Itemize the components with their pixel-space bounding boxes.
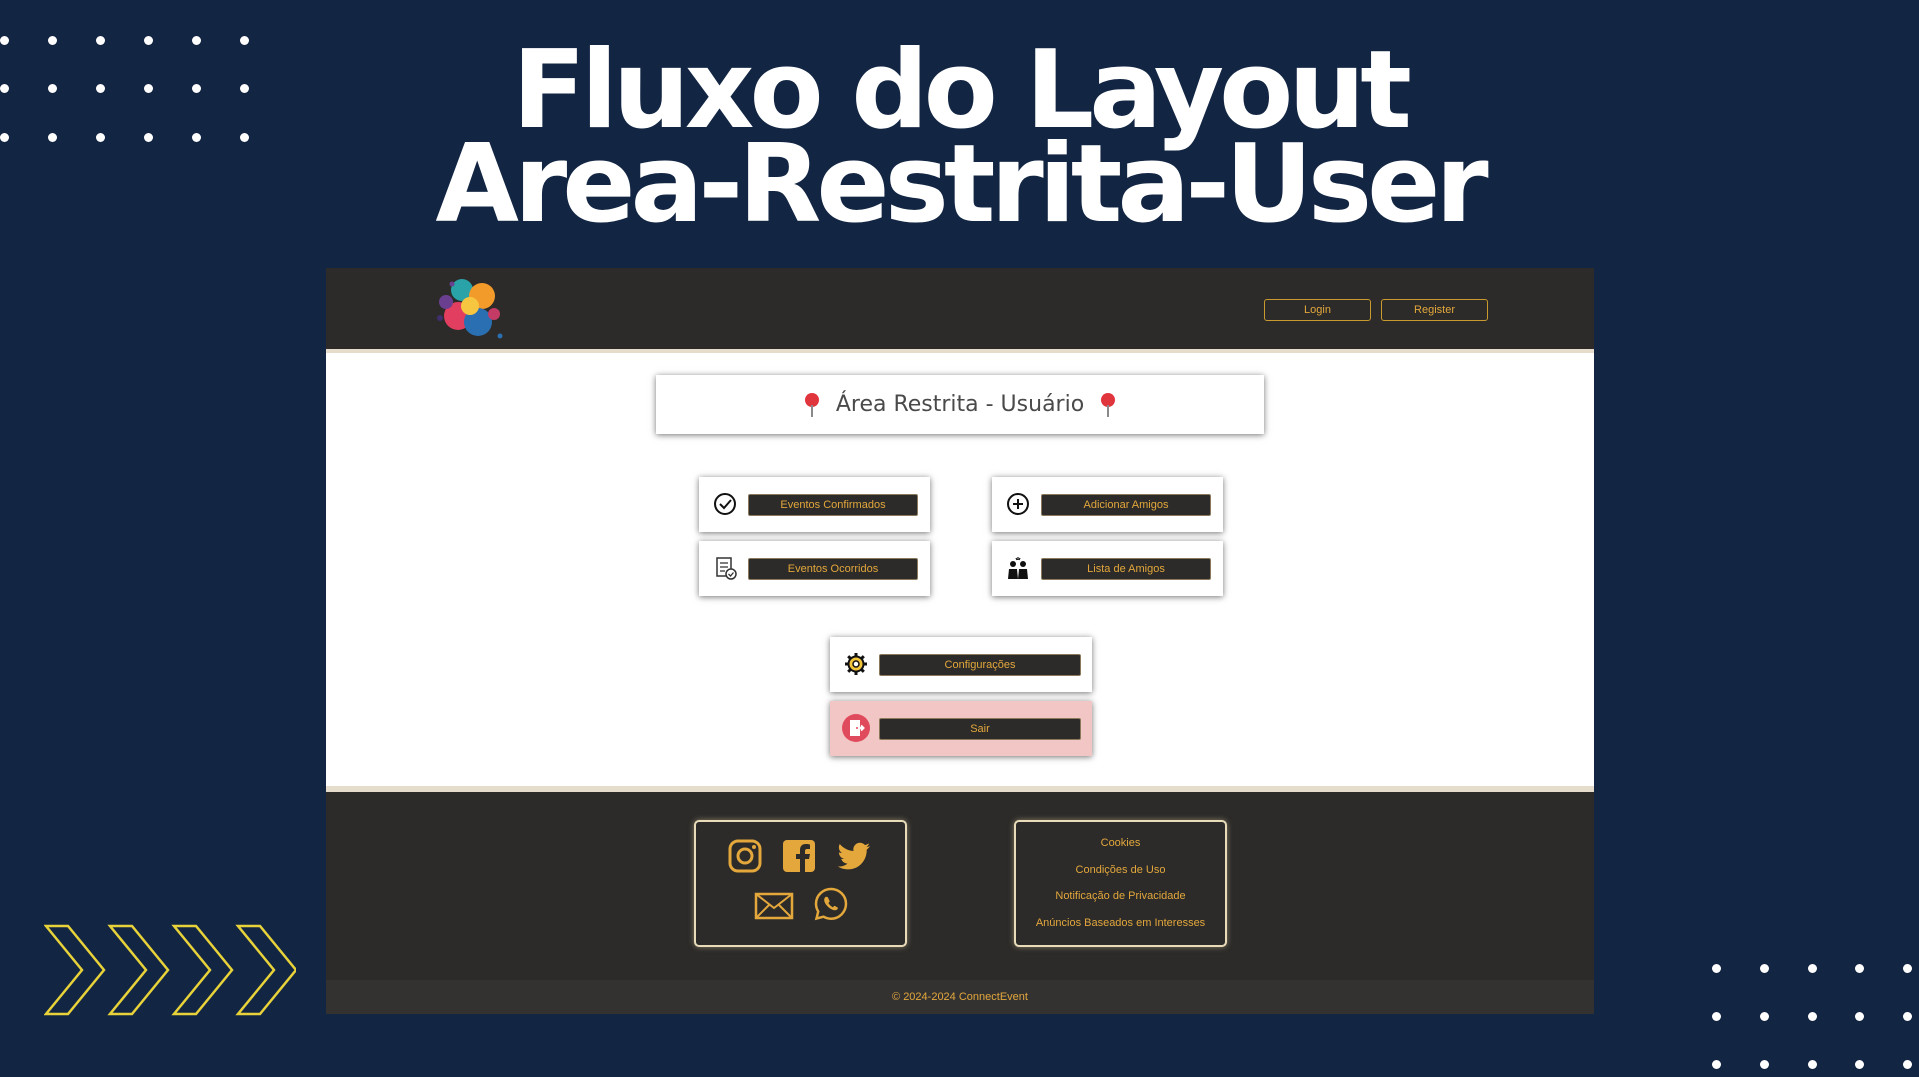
gear-icon	[845, 653, 867, 675]
card-sair: Sair	[830, 701, 1092, 756]
eventos-ocorridos-button[interactable]: Eventos Ocorridos	[748, 558, 918, 580]
card-adicionar-amigos: Adicionar Amigos	[992, 477, 1223, 532]
whatsapp-icon[interactable]	[813, 886, 849, 922]
card-lista-de-amigos: Lista de Amigos	[992, 541, 1223, 596]
lista-de-amigos-button[interactable]: Lista de Amigos	[1041, 558, 1211, 580]
chevrons-decoration	[44, 924, 296, 1016]
connectevent-logo[interactable]	[432, 276, 510, 346]
restricted-area-content: Área Restrita - Usuário Eventos Confirma…	[326, 353, 1594, 786]
footer-link-privacidade[interactable]: Notificação de Privacidade	[1016, 883, 1225, 910]
dot-grid-bottom-right	[1712, 964, 1919, 1074]
check-circle-icon	[714, 493, 736, 515]
eventos-confirmados-button[interactable]: Eventos Confirmados	[748, 494, 918, 516]
twitter-icon[interactable]	[836, 838, 872, 874]
layout-mockup: Login Register Área Restrita - Usuário E…	[326, 268, 1594, 1014]
site-footer: Cookies Condições de Uso Notificação de …	[326, 786, 1594, 1014]
card-configuracoes: Configurações	[830, 637, 1092, 692]
site-header: Login Register	[326, 268, 1594, 353]
email-icon[interactable]	[754, 888, 794, 924]
footer-links-box: Cookies Condições de Uso Notificação de …	[1014, 820, 1227, 947]
slide-title-line-2: Area-Restrita-User	[435, 122, 1488, 247]
configuracoes-button[interactable]: Configurações	[879, 654, 1081, 676]
friends-icon	[1008, 557, 1028, 579]
card-eventos-ocorridos: Eventos Ocorridos	[699, 541, 930, 596]
instagram-icon[interactable]	[727, 838, 763, 874]
footer-divider	[326, 786, 1594, 792]
login-button[interactable]: Login	[1264, 299, 1371, 321]
footer-link-condicoes-de-uso[interactable]: Condições de Uso	[1016, 857, 1225, 884]
page-title-card: Área Restrita - Usuário	[656, 375, 1264, 434]
exit-door-icon	[842, 714, 870, 742]
copyright: © 2024-2024 ConnectEvent	[326, 980, 1594, 1014]
document-check-icon	[716, 557, 737, 580]
social-links-box	[694, 820, 907, 947]
footer-link-anuncios[interactable]: Anúncios Baseados em Interesses	[1016, 910, 1225, 937]
card-eventos-confirmados: Eventos Confirmados	[699, 477, 930, 532]
slide-title: Fluxo do Layout Area-Restrita-User	[0, 37, 1919, 247]
map-pin-icon	[1101, 392, 1116, 417]
sair-button[interactable]: Sair	[879, 718, 1081, 740]
facebook-icon[interactable]	[781, 838, 817, 874]
register-button[interactable]: Register	[1381, 299, 1488, 321]
adicionar-amigos-button[interactable]: Adicionar Amigos	[1041, 494, 1211, 516]
plus-circle-icon	[1007, 493, 1029, 515]
footer-link-cookies[interactable]: Cookies	[1016, 830, 1225, 857]
map-pin-icon	[804, 392, 819, 417]
page-title: Área Restrita - Usuário	[835, 392, 1085, 417]
